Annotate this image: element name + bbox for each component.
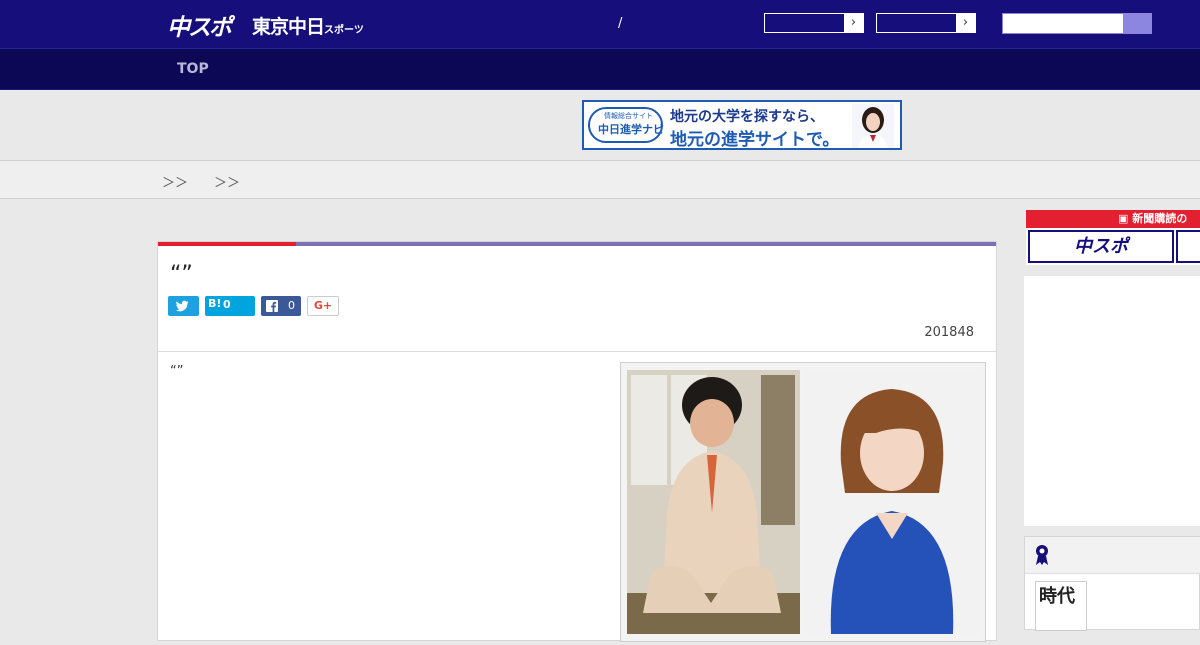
article-accent-line — [158, 242, 996, 246]
googleplus-share-button[interactable]: G+ — [307, 296, 339, 316]
subscribe-banner: ▣ 新聞購読の — [1026, 210, 1200, 228]
breadcrumb[interactable]: ＞＞ ＞＞ — [162, 172, 240, 191]
logo-secondary-text: 東京中日 — [252, 16, 325, 38]
search-button[interactable] — [1123, 14, 1151, 33]
chevron-right-icon: › — [844, 14, 863, 32]
ad-badge: 情報総合サイト 中日進学ナビ — [588, 107, 664, 143]
ad-model-image — [852, 104, 894, 148]
tokyo-chunichi-logo[interactable]: 東京中日スポーツ — [252, 12, 364, 39]
article-date: 201848 — [924, 325, 974, 340]
ranking-header — [1025, 537, 1200, 574]
breadcrumb-bar: ＞＞ ＞＞ — [0, 161, 1200, 199]
sidebar-ad-slot — [1024, 276, 1200, 526]
ribbon-icon — [1036, 545, 1048, 565]
twitter-icon — [176, 300, 189, 312]
article-divider — [158, 351, 996, 352]
hatena-icon: B! — [208, 297, 222, 310]
category-select-2[interactable]: › — [876, 13, 976, 33]
ad-badge-main: 中日進学ナビ — [598, 123, 664, 136]
sidebar-ranking: 時代 — [1024, 536, 1200, 631]
article-card: “” B! 0 0 G+ 201848 “” — [157, 241, 997, 642]
twitter-share-button[interactable] — [168, 296, 199, 316]
ad-line-2: 地元の進学サイトで。 — [670, 130, 840, 150]
chevron-right-icon: › — [956, 14, 975, 32]
facebook-share-button[interactable]: 0 — [261, 296, 301, 316]
newspaper-icon: ▣ — [1118, 212, 1129, 225]
article-photo-image — [627, 370, 979, 634]
nav-bar: TOP — [0, 49, 1200, 90]
article-title: “” — [170, 262, 193, 287]
article-body: “” — [170, 364, 184, 379]
ad-band: 情報総合サイト 中日進学ナビ 地元の大学を探すなら、 地元の進学サイトで。 — [0, 90, 1200, 161]
nav-item-top[interactable]: TOP — [177, 61, 209, 77]
ad-line-1: 地元の大学を探すなら、 — [670, 109, 824, 125]
subscribe-second-logo — [1176, 230, 1200, 263]
sidebar-subscribe-ad[interactable]: ▣ 新聞購読の 中スポ — [1026, 210, 1200, 265]
article-accent-red — [158, 242, 296, 246]
facebook-count: 0 — [288, 299, 295, 312]
category-select-1[interactable]: › — [764, 13, 864, 33]
chuspo-logo[interactable]: 中スポ — [167, 8, 232, 42]
subscribe-text: 新聞購読の — [1132, 212, 1188, 225]
facebook-icon — [266, 300, 278, 312]
article-photo[interactable] — [620, 362, 986, 642]
search-box[interactable] — [1002, 13, 1152, 34]
ad-badge-top: 情報総合サイト — [604, 112, 653, 120]
hatena-count: 0 — [223, 298, 231, 311]
header-separator: / — [618, 16, 623, 31]
logo-secondary-small: スポーツ — [324, 25, 364, 36]
header-bar: 中スポ 東京中日スポーツ / › › — [0, 0, 1200, 49]
subscribe-chuspo-logo: 中スポ — [1028, 230, 1174, 263]
ad-banner[interactable]: 情報総合サイト 中日進学ナビ 地元の大学を探すなら、 地元の進学サイトで。 — [582, 100, 902, 150]
ranking-thumbnail[interactable]: 時代 — [1035, 581, 1087, 631]
hatena-bookmark-button[interactable]: B! 0 — [205, 296, 255, 316]
